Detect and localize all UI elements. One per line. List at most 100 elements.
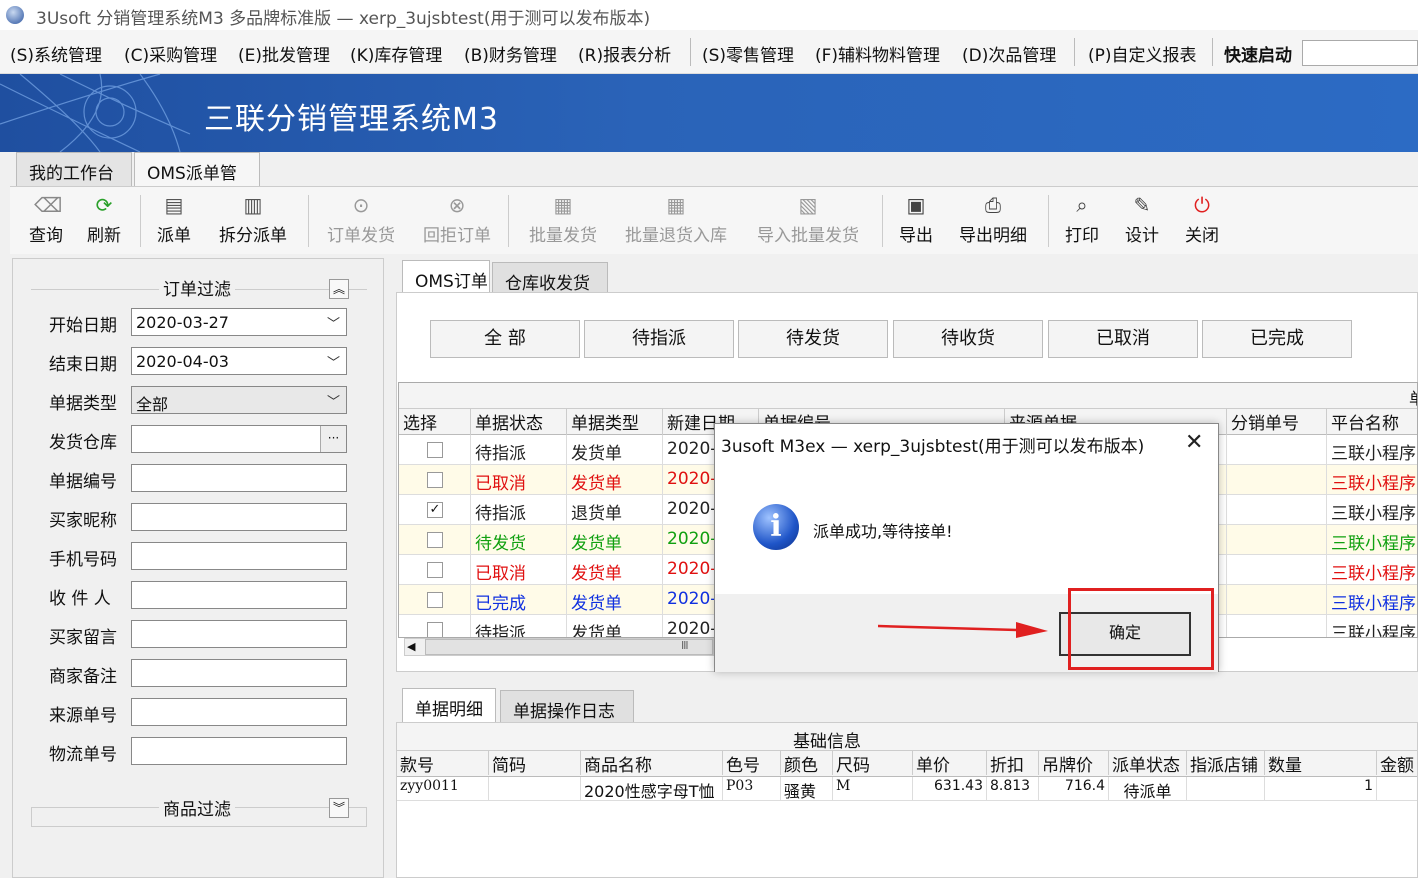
menu-reports[interactable]: (R)报表分析 bbox=[578, 41, 671, 66]
print-button[interactable]: ⌕ 打印 bbox=[1060, 193, 1104, 246]
grid-cell bbox=[1227, 585, 1327, 615]
row-checkbox[interactable]: ✓ bbox=[427, 502, 443, 518]
col-tag-price[interactable]: 吊牌价 bbox=[1039, 751, 1109, 775]
select-cell bbox=[399, 615, 471, 637]
chevron-down-icon[interactable]: ﹀ bbox=[327, 313, 340, 332]
refresh-button[interactable]: ⟳ 刷新 bbox=[82, 193, 126, 246]
row-checkbox[interactable] bbox=[427, 562, 443, 578]
detail-unit-price: 631.43 bbox=[913, 777, 987, 801]
filter-cancelled-button[interactable]: 已取消 bbox=[1048, 320, 1198, 358]
col-platform[interactable]: 平台名称 bbox=[1327, 409, 1417, 435]
order-ship-button[interactable]: ⊙ 订单发货 bbox=[322, 193, 400, 246]
menu-defective[interactable]: (D)次品管理 bbox=[962, 41, 1056, 66]
warehouse-field[interactable]: ··· bbox=[131, 425, 347, 453]
design-button[interactable]: ✎ 设计 bbox=[1120, 193, 1164, 246]
filter-pending-receive-button[interactable]: 待收货 bbox=[893, 320, 1043, 358]
export-detail-button[interactable]: ⎙ 导出明细 bbox=[954, 193, 1032, 246]
doc-no-input[interactable] bbox=[131, 464, 347, 492]
dispatch-button[interactable]: ▤ 派单 bbox=[152, 193, 196, 246]
app-logo-icon bbox=[6, 6, 24, 24]
ellipsis-button[interactable]: ··· bbox=[320, 426, 346, 452]
quick-launch-label: 快速启动 bbox=[1224, 46, 1292, 66]
tab-my-workbench[interactable]: 我的工作台 bbox=[16, 152, 132, 186]
collapse-up-icon[interactable]: ︽ bbox=[329, 279, 349, 299]
menu-finance[interactable]: (B)财务管理 bbox=[464, 41, 557, 66]
banner-title: 三联分销管理系统M3 bbox=[204, 102, 499, 137]
end-date-label: 结束日期 bbox=[49, 355, 117, 375]
seller-note-input[interactable] bbox=[131, 659, 347, 687]
row-checkbox[interactable] bbox=[427, 622, 443, 637]
batch-return-button[interactable]: ▦ 批量退货入库 bbox=[620, 193, 732, 246]
source-no-input[interactable] bbox=[131, 698, 347, 726]
col-short-code[interactable]: 简码 bbox=[489, 751, 581, 775]
query-button[interactable]: ⌫ 查询 bbox=[24, 193, 68, 246]
phone-input[interactable] bbox=[131, 542, 347, 570]
menu-inventory[interactable]: (K)库存管理 bbox=[350, 41, 442, 66]
row-checkbox[interactable] bbox=[427, 532, 443, 548]
detail-style-no: zyy0011 bbox=[397, 777, 489, 801]
tab-doc-detail[interactable]: 单据明细 bbox=[402, 688, 496, 722]
filter-pending-assign-button[interactable]: 待指派 bbox=[584, 320, 734, 358]
split-dispatch-button[interactable]: ▥ 拆分派单 bbox=[214, 193, 292, 246]
col-amount[interactable]: 金额 bbox=[1377, 751, 1418, 775]
detail-color-no: P03 bbox=[723, 777, 781, 801]
detail-row[interactable]: zyy0011 2020性感字母T恤 P03 骚黄 M 631.43 8.813… bbox=[397, 777, 1417, 801]
buyer-msg-input[interactable] bbox=[131, 620, 347, 648]
col-quantity[interactable]: 数量 bbox=[1265, 751, 1377, 775]
menu-system[interactable]: (S)系统管理 bbox=[10, 41, 102, 66]
expand-down-icon[interactable]: ︾ bbox=[329, 798, 349, 818]
filter-pending-ship-button[interactable]: 待发货 bbox=[738, 320, 888, 358]
scroll-thumb[interactable] bbox=[425, 639, 713, 655]
menu-materials[interactable]: (F)辅料物料管理 bbox=[815, 41, 940, 66]
col-distribution-no[interactable]: 分销单号 bbox=[1227, 409, 1327, 435]
col-product-name[interactable]: 商品名称 bbox=[581, 751, 723, 775]
row-checkbox[interactable] bbox=[427, 592, 443, 608]
col-size[interactable]: 尺码 bbox=[833, 751, 913, 775]
tab-oms-orders[interactable]: OMS订单 bbox=[402, 260, 490, 294]
receiver-input[interactable] bbox=[131, 581, 347, 609]
col-unit-price[interactable]: 单价 bbox=[913, 751, 987, 775]
row-checkbox[interactable] bbox=[427, 472, 443, 488]
doc-type-select[interactable]: 全部 ﹀ bbox=[131, 386, 347, 414]
col-discount[interactable]: 折扣 bbox=[987, 751, 1039, 775]
col-color-no[interactable]: 色号 bbox=[723, 751, 781, 775]
select-cell bbox=[399, 585, 471, 615]
export-button[interactable]: ▣ 导出 bbox=[894, 193, 938, 246]
menu-retail[interactable]: (S)零售管理 bbox=[702, 41, 794, 66]
col-status[interactable]: 单据状态 bbox=[471, 409, 567, 435]
col-type[interactable]: 单据类型 bbox=[567, 409, 663, 435]
menu-wholesale[interactable]: (E)批发管理 bbox=[238, 41, 330, 66]
col-select[interactable]: 选择 bbox=[399, 409, 471, 435]
tab-doc-log[interactable]: 单据操作日志 bbox=[500, 690, 634, 724]
quick-launch-input[interactable] bbox=[1302, 40, 1418, 66]
print-preview-icon: ⌕ bbox=[1076, 193, 1088, 217]
import-batch-ship-button[interactable]: ▧ 导入批量发货 bbox=[752, 193, 864, 246]
end-date-field[interactable]: 2020-04-03 ﹀ bbox=[131, 347, 347, 375]
close-button[interactable]: ⏻ 关闭 bbox=[1180, 193, 1224, 246]
buyer-nick-input[interactable] bbox=[131, 503, 347, 531]
chevron-down-icon[interactable]: ﹀ bbox=[327, 391, 340, 410]
filter-all-button[interactable]: 全 部 bbox=[430, 320, 580, 358]
row-checkbox[interactable] bbox=[427, 442, 443, 458]
grid-cell bbox=[1227, 615, 1327, 637]
tab-oms-dispatch[interactable]: OMS派单管理 bbox=[134, 152, 260, 209]
filter-completed-button[interactable]: 已完成 bbox=[1202, 320, 1352, 358]
batch-ship-button[interactable]: ▦ 批量发货 bbox=[524, 193, 602, 246]
reject-order-button[interactable]: ⊗ 回拒订单 bbox=[418, 193, 496, 246]
import-batch-ship-label: 导入批量发货 bbox=[757, 226, 859, 246]
menu-purchase[interactable]: (C)采购管理 bbox=[124, 41, 217, 66]
logistics-no-input[interactable] bbox=[131, 737, 347, 765]
start-date-field[interactable]: 2020-03-27 ﹀ bbox=[131, 308, 347, 336]
grid-horizontal-scrollbar[interactable]: ◀ Ⅲ bbox=[404, 638, 714, 656]
menu-custom-reports[interactable]: (P)自定义报表 bbox=[1088, 41, 1197, 66]
col-dispatch-status[interactable]: 派单状态 bbox=[1109, 751, 1187, 775]
chevron-down-icon[interactable]: ﹀ bbox=[327, 352, 340, 371]
scroll-left-icon[interactable]: ◀ bbox=[407, 640, 415, 653]
col-color[interactable]: 颜色 bbox=[781, 751, 833, 775]
col-style-no[interactable]: 款号 bbox=[397, 751, 489, 775]
col-assigned-store[interactable]: 指派店铺 bbox=[1187, 751, 1265, 775]
receiver-label: 收 件 人 bbox=[49, 589, 111, 609]
dialog-close-icon[interactable]: ✕ bbox=[1185, 430, 1203, 455]
status-cell: 已完成 bbox=[471, 585, 567, 615]
tab-warehouse-shipping[interactable]: 仓库收发货 bbox=[492, 262, 608, 296]
